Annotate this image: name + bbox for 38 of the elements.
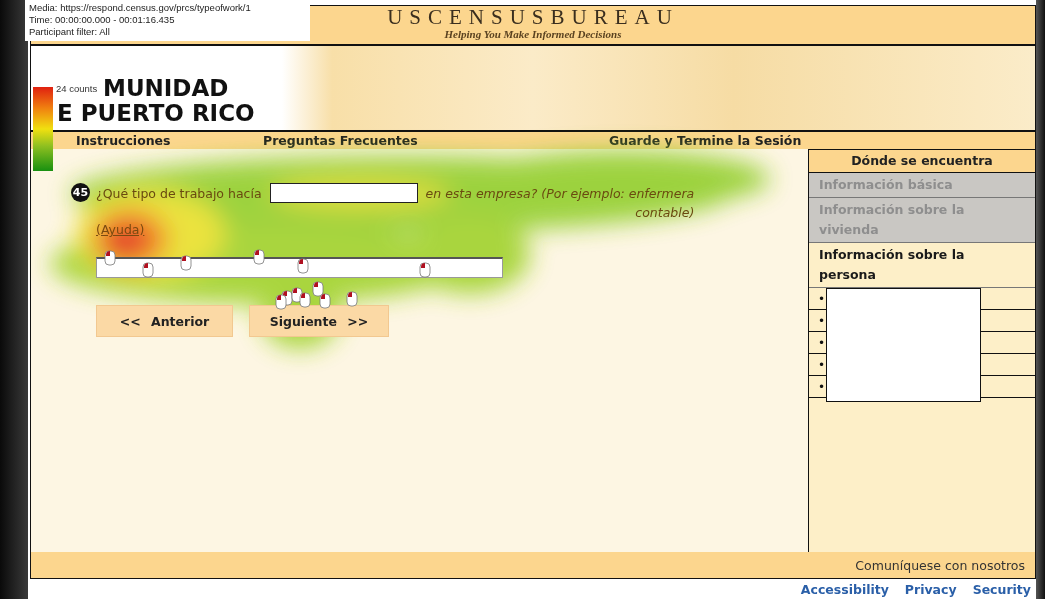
back-button[interactable]: << Anterior <box>96 305 233 337</box>
mouse-click-icon <box>419 262 431 278</box>
mouse-click-icon <box>142 262 154 278</box>
footer-link[interactable]: Privacy <box>904 582 957 597</box>
legend-label: 24 counts <box>56 83 98 94</box>
list-bullet: • <box>818 291 826 306</box>
answer-field[interactable] <box>96 257 503 278</box>
footer-link[interactable]: Security <box>972 582 1031 597</box>
mouse-click-icon <box>346 291 358 307</box>
info-text: Media: https://respond.census.gov/prcs/typeofwork/1 <box>29 2 252 14</box>
banner-title: E PUERTO RICO <box>57 101 255 126</box>
mouse-click-icon <box>297 258 309 274</box>
question-text: contable) <box>635 205 695 220</box>
info-text: Participant filter: All <box>29 26 111 38</box>
sidebar-title: Dónde se encuentra <box>809 149 1035 173</box>
nav-link[interactable]: Instrucciones <box>76 133 263 148</box>
question-text: ¿Qué tipo de trabajo hacía <box>96 185 262 201</box>
list-bullet: • <box>818 379 826 394</box>
contact-text[interactable]: Comuníquese con nosotros <box>855 557 1025 573</box>
list-bullet: • <box>818 357 826 372</box>
mouse-click-icon <box>253 249 265 265</box>
list-bullet: • <box>818 335 826 350</box>
mouse-click-icon <box>104 250 116 266</box>
nav-link[interactable]: Guarde y Termine la Sesión <box>609 133 1035 148</box>
question-text: en esta empresa? (Por ejemplo: enfermera <box>425 185 695 201</box>
mouse-click-icon <box>275 294 287 310</box>
footer-link[interactable]: Accessibility <box>800 582 889 597</box>
info-text: Time: 00:00:00.000 - 00:01:16.435 <box>29 14 176 26</box>
site-logo: USCENSUSBUREAU <box>387 6 679 28</box>
mouse-click-icon <box>319 293 331 309</box>
mouse-click-icon <box>312 281 324 297</box>
list-bullet: • <box>818 313 826 328</box>
mouse-click-icon <box>299 292 311 308</box>
site-tagline: Helping You Make Informed Decisions <box>444 28 622 40</box>
banner-title: MUNIDAD <box>103 76 229 101</box>
nav-link[interactable]: Preguntas Frecuentes <box>263 133 609 148</box>
next-button[interactable]: Siguiente >> <box>249 305 389 337</box>
mouse-click-icon <box>180 255 192 271</box>
